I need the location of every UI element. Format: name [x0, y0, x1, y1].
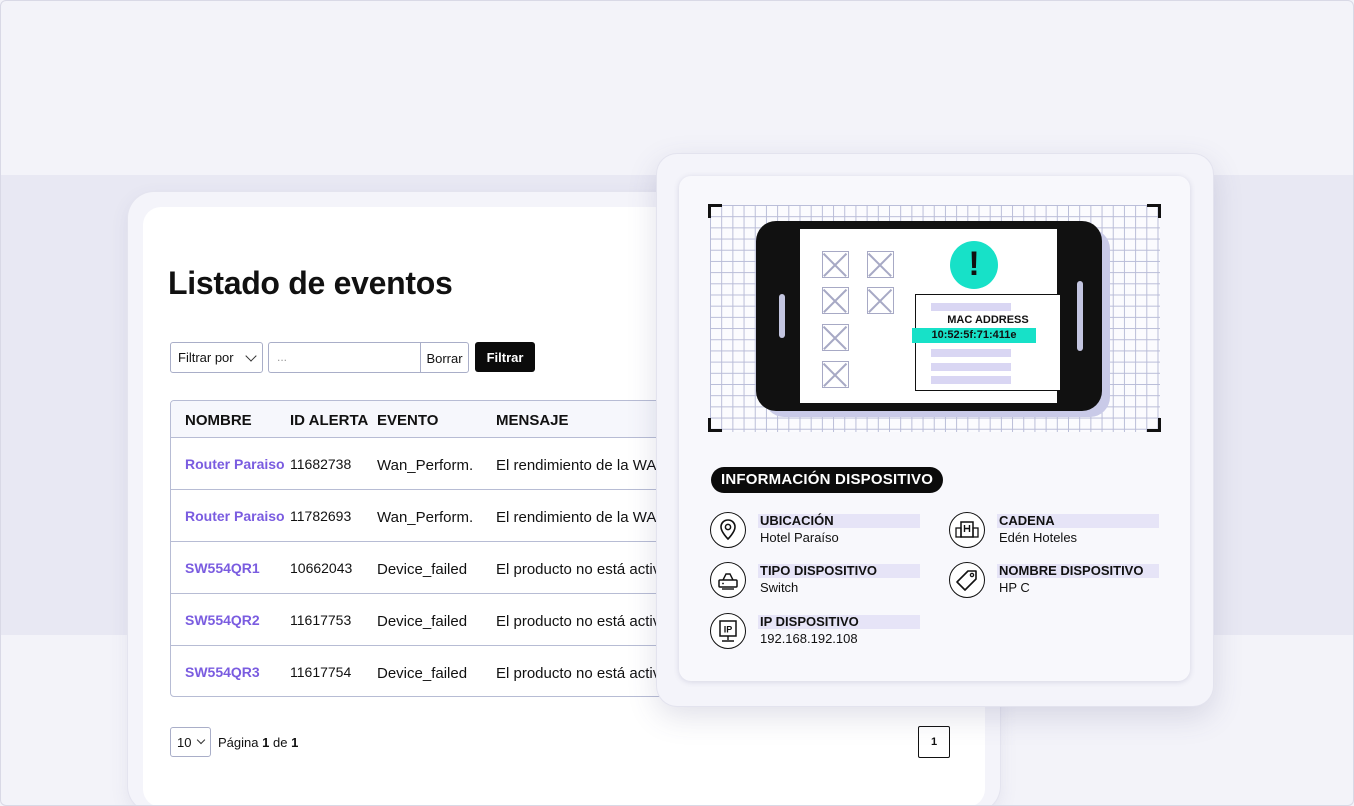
phone-button — [779, 294, 785, 338]
pagination-prefix: Página — [218, 735, 259, 750]
table-header: NOMBRE ID ALERTA EVENTO MENSAJE — [171, 401, 729, 438]
column-header-evento[interactable]: EVENTO — [377, 412, 438, 429]
phone-illustration: ! MAC ADDRESS 10:52:5f:71:411e — [756, 221, 1102, 411]
column-header-nombre[interactable]: NOMBRE — [185, 412, 252, 429]
page-size-value: 10 — [177, 735, 192, 750]
svg-text:IP: IP — [724, 625, 733, 635]
image-placeholder-icon — [822, 324, 849, 351]
event-message: El producto no está activo — [496, 561, 669, 578]
page-size-select[interactable]: 10 — [170, 727, 211, 757]
column-header-id-alerta[interactable]: ID ALERTA — [290, 412, 368, 429]
filter-by-label: Filtrar por — [178, 350, 234, 365]
page-title: Listado de eventos — [168, 265, 453, 301]
column-header-mensaje[interactable]: MENSAJE — [496, 412, 569, 429]
chevron-down-icon — [196, 735, 206, 745]
chevron-down-icon — [245, 350, 257, 362]
info-value: 192.168.192.108 — [760, 631, 858, 646]
phone-button — [1077, 281, 1083, 351]
alert-icon: ! — [950, 241, 998, 289]
image-placeholder-icon — [822, 361, 849, 388]
image-placeholder-icon — [867, 287, 894, 314]
device-name-link[interactable]: SW554QR2 — [185, 612, 260, 628]
filter-by-select[interactable]: Filtrar por — [170, 342, 263, 373]
mac-address-title: MAC ADDRESS — [947, 314, 1029, 326]
device-name-link[interactable]: Router Paraiso — [185, 508, 285, 524]
info-value: HP C — [999, 580, 1030, 595]
clear-button[interactable]: Borrar — [420, 342, 469, 373]
event-message: El rendimiento de la WAN — [496, 457, 668, 474]
scan-corner-icon — [708, 418, 722, 432]
alert-id: 10662043 — [290, 560, 353, 576]
phone-screen: ! MAC ADDRESS 10:52:5f:71:411e — [800, 229, 1061, 403]
text-line-placeholder — [931, 349, 1011, 357]
alert-id: 11782693 — [290, 508, 352, 524]
pagination-mid: de — [272, 735, 288, 750]
alert-id: 11682738 — [290, 456, 352, 472]
image-placeholder-icon — [822, 287, 849, 314]
info-label: NOMBRE DISPOSITIVO — [997, 564, 1159, 578]
info-value: Hotel Paraíso — [760, 530, 839, 545]
mac-address-value: 10:52:5f:71:411e — [912, 328, 1036, 343]
mac-address-box: MAC ADDRESS 10:52:5f:71:411e — [912, 294, 1061, 391]
table-row[interactable]: SW554QR1 10662043 Device_failed El produ… — [171, 542, 729, 594]
device-name-link[interactable]: Router Paraiso — [185, 456, 285, 472]
scan-corner-icon — [708, 204, 722, 218]
ip-icon: IP — [710, 613, 746, 649]
info-value: Switch — [760, 580, 799, 595]
hotel-building-icon — [949, 512, 985, 548]
image-placeholder-icon — [822, 251, 849, 278]
search-placeholder: ... — [277, 350, 288, 364]
info-label: TIPO DISPOSITIVO — [758, 564, 920, 578]
info-value: Edén Hoteles — [999, 530, 1078, 545]
image-placeholder-icon — [867, 251, 894, 278]
router-icon — [710, 562, 746, 598]
current-page: 1 — [262, 735, 270, 750]
text-line-placeholder — [931, 303, 1011, 311]
text-line-placeholder — [931, 363, 1011, 371]
device-name-link[interactable]: SW554QR1 — [185, 560, 260, 576]
alert-id: 11617753 — [290, 612, 352, 628]
scan-corner-icon — [1147, 204, 1161, 218]
event-type: Wan_Perform. — [377, 457, 474, 474]
tag-icon — [949, 562, 985, 598]
event-type: Device_failed — [377, 613, 468, 630]
filter-button[interactable]: Filtrar — [475, 342, 535, 372]
event-message: El producto no está activo — [496, 613, 669, 630]
table-row[interactable]: SW554QR2 11617753 Device_failed El produ… — [171, 594, 729, 646]
device-info-label: INFORMACIÓN DISPOSITIVO — [711, 467, 944, 493]
event-message: El producto no está activo — [496, 665, 669, 682]
table-row[interactable]: Router Paraiso 11682738 Wan_Perform. El … — [171, 438, 729, 490]
scan-corner-icon — [1147, 418, 1161, 432]
info-label: CADENA — [997, 514, 1159, 528]
alert-id: 11617754 — [290, 664, 352, 680]
page-1-button[interactable]: 1 — [918, 726, 950, 758]
event-type: Wan_Perform. — [377, 509, 474, 526]
event-type: Device_failed — [377, 561, 468, 578]
info-label: UBICACIÓN — [758, 514, 920, 528]
table-row[interactable]: SW554QR3 11617754 Device_failed El produ… — [171, 646, 729, 696]
event-message: El rendimiento de la WAN — [496, 509, 668, 526]
event-type: Device_failed — [377, 665, 468, 682]
location-pin-icon — [710, 512, 746, 548]
events-table: NOMBRE ID ALERTA EVENTO MENSAJE Router P… — [170, 400, 730, 697]
total-pages: 1 — [291, 735, 299, 750]
text-line-placeholder — [931, 376, 1011, 384]
device-name-link[interactable]: SW554QR3 — [185, 664, 260, 680]
table-row[interactable]: Router Paraiso 11782693 Wan_Perform. El … — [171, 490, 729, 542]
search-input[interactable]: ... — [268, 342, 421, 373]
pagination-info: Página 1 de 1 — [218, 735, 298, 750]
info-label: IP DISPOSITIVO — [758, 615, 920, 629]
